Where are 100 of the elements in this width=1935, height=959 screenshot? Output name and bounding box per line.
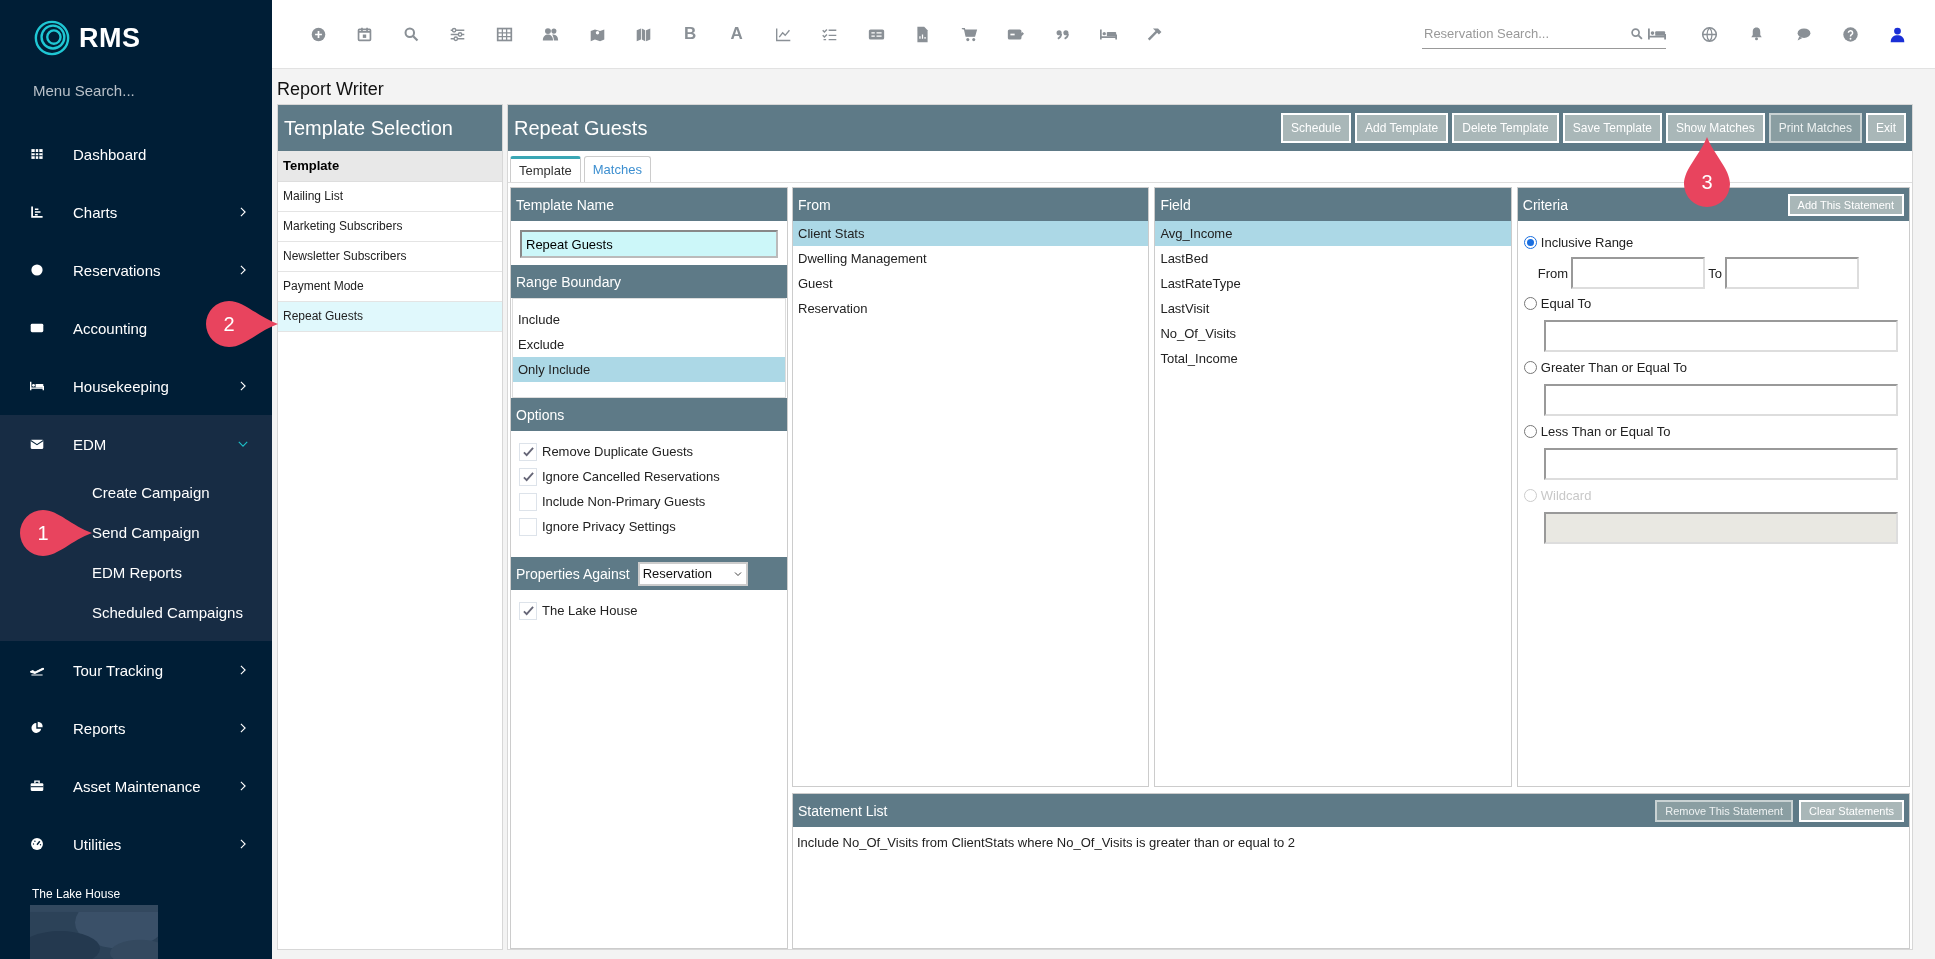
report-title: Repeat Guests: [514, 116, 648, 140]
envelope-icon: [30, 437, 44, 452]
check-icon: [522, 446, 534, 457]
radio-label: Greater Than or Equal To: [1540, 359, 1688, 375]
property-name: The Lake House: [31, 886, 122, 904]
page-title: Report Writer: [276, 78, 385, 101]
globe-icon: [1701, 25, 1718, 43]
menu-item[interactable]: Accounting: [73, 319, 148, 337]
list-option[interactable]: Total_Income: [1155, 346, 1511, 371]
list-option[interactable]: Exclude: [513, 332, 785, 357]
menu-item[interactable]: Housekeeping: [73, 377, 169, 395]
pie-chart-icon: [30, 721, 44, 736]
template-item[interactable]: Marketing Subscribers: [278, 212, 502, 242]
menu-search-field[interactable]: Menu Search...: [33, 78, 233, 104]
tab[interactable]: Template: [510, 156, 581, 182]
logo-text: RMS: [79, 22, 141, 54]
step-marker: 2: [206, 301, 278, 347]
checkbox[interactable]: [519, 442, 537, 461]
section-header: Field: [1155, 188, 1511, 221]
sliders-icon: [449, 25, 467, 43]
step-marker: 1: [20, 510, 92, 556]
toolbox-icon: [30, 779, 44, 794]
checkbox-label: Remove Duplicate Guests: [542, 444, 693, 459]
field-label: From: [1537, 265, 1569, 281]
template-item[interactable]: Repeat Guests: [278, 302, 502, 332]
menu-item[interactable]: Asset Maintenance: [73, 777, 201, 795]
submenu-item[interactable]: Send Campaign: [92, 513, 200, 554]
section-header: Criteria: [1522, 196, 1568, 213]
menu-item[interactable]: Charts: [73, 203, 118, 221]
list-option[interactable]: No_Of_Visits: [1155, 321, 1511, 346]
chat-icon: [1795, 25, 1812, 42]
checkbox[interactable]: [519, 467, 537, 486]
checkbox-label: The Lake House: [542, 603, 638, 618]
panel-header: Template Selection: [278, 105, 502, 151]
list-option[interactable]: LastVisit: [1155, 296, 1511, 321]
section-header: Statement List: [798, 802, 888, 819]
radio-button[interactable]: [1523, 235, 1537, 249]
submenu-item[interactable]: Create Campaign: [92, 473, 210, 514]
grid-icon: [30, 147, 44, 162]
list-option[interactable]: Dwelling Management: [793, 246, 1149, 271]
section-header: Options: [511, 398, 787, 431]
radio-button[interactable]: [1523, 424, 1537, 438]
calendar-icon: [356, 25, 374, 43]
menu-item[interactable]: Dashboard: [73, 145, 147, 163]
input-field[interactable]: [1543, 384, 1898, 416]
radio-button[interactable]: [1523, 296, 1537, 310]
submenu-item[interactable]: Scheduled Campaigns: [92, 593, 243, 634]
cart-icon: [960, 25, 978, 43]
list-option[interactable]: LastRateType: [1155, 271, 1511, 296]
list-option[interactable]: Guest: [793, 271, 1149, 296]
list-option[interactable]: Avg_Income: [1155, 221, 1511, 246]
statement-text[interactable]: Include No_Of_Visits from ClientStats where No_Of_Visits is greater than or equal to 2: [793, 827, 1909, 858]
radio-label: Equal To: [1540, 295, 1592, 311]
submenu-item[interactable]: EDM Reports: [92, 553, 183, 594]
list-header: Template: [278, 151, 502, 182]
radio-label: Inclusive Range: [1540, 234, 1634, 250]
list-option[interactable]: Include: [513, 307, 785, 332]
list-option[interactable]: Client Stats: [793, 221, 1149, 246]
template-name-field[interactable]: Repeat Guests: [520, 230, 778, 258]
checkbox-label: Ignore Privacy Settings: [542, 519, 676, 534]
section-header: Range Boundary: [511, 265, 787, 298]
select-field[interactable]: Reservation: [637, 561, 748, 586]
input-field[interactable]: [1724, 257, 1859, 289]
tab[interactable]: Matches: [583, 156, 651, 182]
logo-icon: [33, 19, 71, 57]
section-header: From: [793, 188, 1149, 221]
field-label: To: [1708, 265, 1722, 281]
check-icon: [522, 471, 534, 482]
people-icon: [542, 25, 560, 43]
help-icon: [1842, 25, 1859, 43]
gauge-icon: [30, 837, 44, 852]
checkbox[interactable]: [519, 517, 537, 536]
user-icon: [1889, 25, 1906, 43]
search-icon: [402, 25, 420, 43]
menu-item[interactable]: Reservations: [73, 261, 161, 279]
template-item[interactable]: Newsletter Subscribers: [278, 242, 502, 272]
list-option[interactable]: LastBed: [1155, 246, 1511, 271]
input-field[interactable]: [1571, 257, 1706, 289]
radio-label: Less Than or Equal To: [1540, 423, 1671, 439]
section-header: Template Name: [511, 188, 787, 221]
checkbox[interactable]: [519, 601, 537, 620]
template-item[interactable]: Mailing List: [278, 182, 502, 212]
check-icon: [522, 605, 534, 616]
grid-icon: [495, 25, 513, 43]
input-field[interactable]: [1543, 448, 1898, 480]
list-option[interactable]: Reservation: [793, 296, 1149, 321]
menu-item[interactable]: Utilities: [73, 835, 122, 853]
menu-item[interactable]: Reports: [73, 719, 126, 737]
radio-button[interactable]: [1523, 360, 1537, 374]
input-field[interactable]: [1543, 320, 1898, 352]
list-option[interactable]: Only Include: [513, 357, 785, 382]
section-header: Properties Against: [516, 565, 630, 582]
menu-item[interactable]: Tour Tracking: [73, 661, 164, 679]
checkbox[interactable]: [519, 492, 537, 511]
checkbox-label: Include Non-Primary Guests: [542, 494, 706, 509]
checkbox-label: Ignore Cancelled Reservations: [542, 469, 720, 484]
menu-item[interactable]: EDM: [73, 435, 107, 453]
step-marker: 3: [1684, 137, 1730, 207]
bar-chart-icon: [30, 205, 44, 220]
bell-icon: [1749, 25, 1764, 41]
